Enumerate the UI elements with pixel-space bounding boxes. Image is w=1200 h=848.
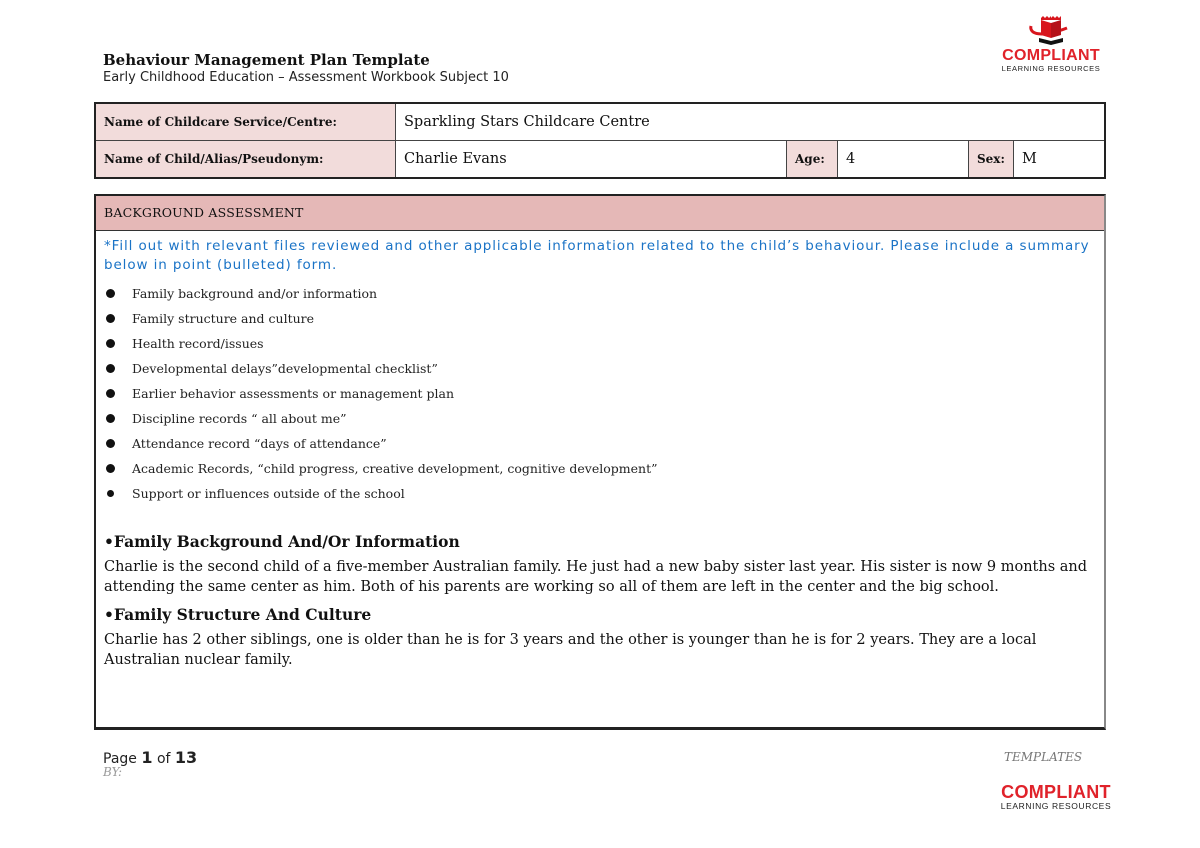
list-item: Health record/issues [96,331,1104,356]
header-logo: COMPLIANT LEARNING RESOURCES [995,14,1107,73]
family-background-text: Charlie is the second child of a five-me… [104,559,1088,595]
list-item: Academic Records, “child progress, creat… [96,456,1104,481]
page-total: 13 [174,748,198,767]
family-structure-heading: •Family Structure And Culture [104,605,372,624]
child-name-label: Name of Child/Alias/Pseudonym: [94,140,396,179]
list-item: Earlier behavior assessments or manageme… [96,381,1104,406]
footer-by: BY: [103,765,123,779]
family-structure-text: Charlie has 2 other siblings, one is old… [104,632,1037,668]
footer-templates: TEMPLATES [1004,750,1083,764]
section-header: BACKGROUND ASSESSMENT [96,196,1104,231]
page-of: of [156,751,171,767]
list-item-label: Health record/issues [132,336,264,351]
bullet-icon [106,389,115,398]
list-item: Support or influences outside of the sch… [96,481,1104,506]
bullet-icon [107,490,114,497]
logo-tagline: LEARNING RESOURCES [1001,64,1101,73]
list-item-label: Support or influences outside of the sch… [132,486,405,501]
list-item-label: Family structure and culture [132,311,315,326]
page-current: 1 [141,748,153,767]
service-row: Name of Childcare Service/Centre: Sparkl… [94,102,1106,141]
list-item: Family structure and culture [96,306,1104,331]
age-label: Age: [786,140,838,179]
list-item-label: Academic Records, “child progress, creat… [132,461,658,476]
footer-logo: COMPLIANT LEARNING RESOURCES [990,783,1122,811]
document-title: Behaviour Management Plan Template [103,51,430,69]
bullet-icon [106,414,115,423]
list-item-label: Developmental delays”developmental check… [132,361,438,376]
child-info-table: Name of Childcare Service/Centre: Sparkl… [94,102,1106,179]
list-item: Discipline records “ all about me” [96,406,1104,431]
list-item: Family background and/or information [96,281,1104,306]
logo-wordmark: COMPLIANT [1002,47,1100,64]
bullet-icon [106,314,115,323]
background-assessment-section: BACKGROUND ASSESSMENT *Fill out with rel… [94,194,1106,730]
list-item-label: Earlier behavior assessments or manageme… [132,386,455,401]
list-item-label: Attendance record “days of attendance” [132,436,387,451]
family-background-heading: •Family Background And/Or Information [104,532,460,551]
bullet-icon [106,439,115,448]
bullet-icon [106,339,115,348]
child-row: Name of Child/Alias/Pseudonym: Charlie E… [94,140,1106,179]
logo-tagline: LEARNING RESOURCES [1000,801,1112,811]
list-item-label: Family background and/or information [132,286,378,301]
age-field[interactable]: 4 [837,140,969,179]
list-item: Developmental delays”developmental check… [96,356,1104,381]
checklist: Family background and/or information Fam… [96,281,1104,506]
service-label: Name of Childcare Service/Centre: [94,102,396,141]
service-value-field[interactable]: Sparkling Stars Childcare Centre [395,102,1106,141]
bullet-icon [106,289,115,298]
child-name-field[interactable]: Charlie Evans [395,140,787,179]
book-swoosh-icon [1029,16,1068,45]
sex-label: Sex: [968,140,1014,179]
list-item-label: Discipline records “ all about me” [132,411,347,426]
logo-wordmark: COMPLIANT [1001,782,1111,802]
instruction-text: *Fill out with relevant files reviewed a… [104,238,1090,273]
sex-field[interactable]: M [1013,140,1106,179]
bullet-icon [106,464,115,473]
list-item: Attendance record “days of attendance” [96,431,1104,456]
document-subtitle: Early Childhood Education – Assessment W… [103,70,509,85]
bullet-icon [106,364,115,373]
